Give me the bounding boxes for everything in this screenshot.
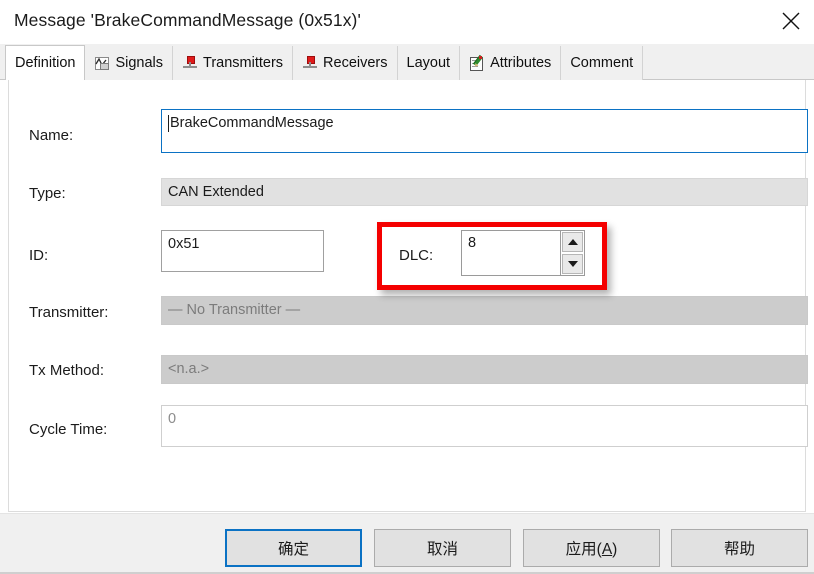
name-label: Name: (29, 127, 74, 144)
cycle-time-label: Cycle Time: (29, 421, 108, 438)
tx-method-value-field: <n.a.> (161, 355, 808, 384)
receiver-icon (302, 55, 318, 71)
dlc-label: DLC: (399, 247, 434, 264)
tab-attributes[interactable]: Attributes (459, 46, 562, 80)
type-label: Type: (29, 185, 66, 202)
help-button[interactable]: 帮助 (671, 529, 808, 567)
type-value-field: CAN Extended (161, 178, 808, 206)
dialog-footer: 确定 取消 应用(A) 帮助 (0, 513, 814, 574)
id-input[interactable]: 0x51 (161, 230, 324, 272)
cancel-button[interactable]: 取消 (374, 529, 511, 567)
signals-icon (94, 55, 110, 71)
apply-button[interactable]: 应用(A) (523, 529, 660, 567)
tab-comment[interactable]: Comment (560, 46, 644, 80)
ok-button-label: 确定 (277, 541, 309, 558)
tab-signals[interactable]: Signals (84, 46, 174, 80)
apply-button-label: 应用(A) (565, 541, 618, 558)
transmitter-label: Transmitter: (29, 304, 109, 321)
tab-strip: Definition Signals Transmitters Receiver… (0, 44, 814, 80)
cancel-button-label: 取消 (426, 541, 458, 558)
tab-layout-label: Layout (406, 55, 451, 71)
name-value: BrakeCommandMessage (170, 115, 334, 131)
tab-layout[interactable]: Layout (396, 46, 461, 80)
dlc-value[interactable]: 8 (462, 231, 560, 275)
tx-method-label: Tx Method: (29, 362, 105, 379)
cycle-time-value: 0 (168, 411, 177, 427)
tab-transmitters-label: Transmitters (203, 55, 284, 71)
tab-transmitters[interactable]: Transmitters (172, 46, 294, 80)
tab-definition[interactable]: Definition (5, 45, 86, 80)
transmitter-value: — No Transmitter — (168, 302, 301, 318)
spinner-up-icon[interactable] (562, 232, 583, 252)
tx-method-value: <n.a.> (168, 361, 210, 377)
cycle-time-input[interactable]: 0 (161, 405, 808, 447)
spinner-down-icon[interactable] (562, 254, 583, 274)
name-input[interactable]: BrakeCommandMessage (161, 109, 808, 153)
message-properties-dialog: Message 'BrakeCommandMessage (0x51x)' De… (0, 0, 814, 574)
transmitter-icon (182, 55, 198, 71)
transmitter-value-field: — No Transmitter — (161, 296, 808, 325)
page-title: Message 'BrakeCommandMessage (0x51x)' (14, 10, 361, 30)
text-caret (168, 115, 169, 132)
type-value: CAN Extended (168, 184, 264, 200)
tab-receivers[interactable]: Receivers (292, 46, 398, 80)
tab-definition-label: Definition (15, 55, 76, 71)
dlc-stepper[interactable]: 8 (461, 230, 585, 276)
help-button-label: 帮助 (723, 541, 755, 558)
attributes-icon (469, 54, 485, 71)
id-value: 0x51 (168, 236, 200, 252)
id-label: ID: (29, 247, 49, 264)
tab-receivers-label: Receivers (323, 55, 388, 71)
tab-comment-label: Comment (570, 55, 634, 71)
tab-attributes-label: Attributes (490, 55, 552, 71)
ok-button[interactable]: 确定 (225, 529, 362, 567)
tab-signals-label: Signals (115, 55, 164, 71)
definition-panel: Name: BrakeCommandMessage Type: CAN Exte… (8, 80, 808, 512)
title-bar: Message 'BrakeCommandMessage (0x51x)' (0, 0, 814, 45)
close-icon[interactable] (768, 0, 814, 42)
